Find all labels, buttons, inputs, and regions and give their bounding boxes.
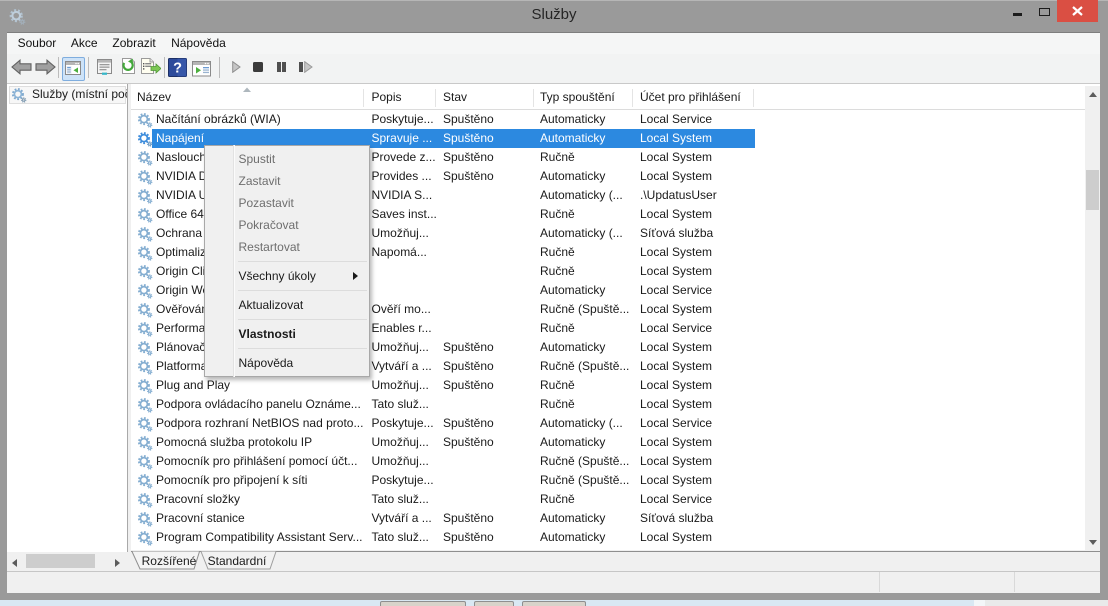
svg-text:?: ? [173, 60, 182, 76]
svg-text:Rozšířené: Rozšířené [142, 554, 197, 568]
svg-text:Standardní: Standardní [208, 554, 267, 568]
